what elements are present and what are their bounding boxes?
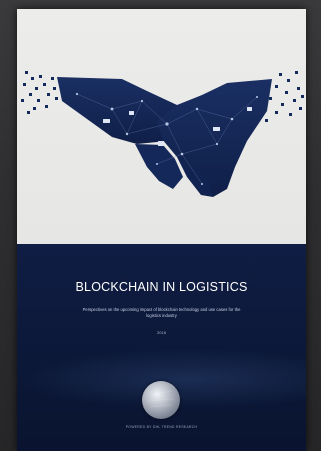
- report-subtitle: Perspectives on the upcoming impact of b…: [82, 307, 241, 318]
- brand-label: POWERED BY DHL TREND RESEARCH: [125, 425, 198, 429]
- handshake-icon: [21, 71, 304, 197]
- report-title: BLOCKCHAIN IN LOGISTICS: [75, 280, 248, 294]
- seal-texture: [147, 390, 175, 408]
- report-year: 2018: [157, 330, 166, 335]
- cover-title-area: [17, 244, 306, 451]
- report-cover: BLOCKCHAIN IN LOGISTICS Perspectives on …: [17, 9, 306, 451]
